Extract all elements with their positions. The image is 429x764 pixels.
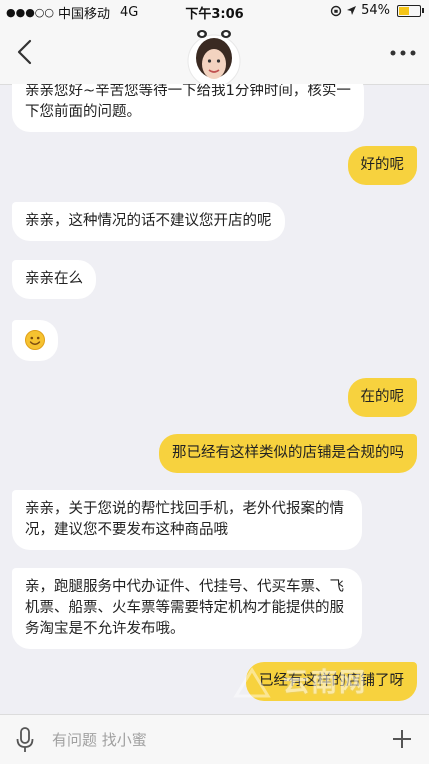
plus-icon[interactable] (391, 728, 413, 750)
message-incoming: 亲亲在么 (12, 260, 96, 299)
message-list: 亲亲您好~辛苦您等待一下给我1分钟时间，核实一下您前面的问题。 好的呢 亲亲，这… (0, 84, 429, 714)
message-incoming-emoji (12, 320, 58, 361)
assistant-avatar[interactable] (186, 28, 242, 90)
status-right: 54% (330, 3, 424, 18)
message-incoming: 亲亲，关于您说的帮忙找回手机，老外代报案的情况，建议您不要发布这种商品哦 (12, 490, 362, 550)
message-outgoing: 那已经有这样类似的店铺是合规的吗 (159, 434, 417, 473)
microphone-icon[interactable] (14, 726, 36, 754)
orientation-lock-icon (330, 5, 342, 16)
location-arrow-icon (347, 6, 357, 15)
watermark-emblem-icon (233, 666, 271, 697)
smile-emoji-icon (25, 330, 45, 350)
message-incoming: 亲亲您好~辛苦您等待一下给我1分钟时间，核实一下您前面的问题。 (12, 84, 364, 132)
battery-percent: 54% (361, 3, 390, 18)
battery-icon (397, 4, 424, 17)
message-incoming: 亲亲，这种情况的话不建议您开店的呢 (12, 202, 285, 241)
chat-header (0, 22, 429, 88)
message-outgoing: 在的呢 (347, 378, 417, 417)
back-arrow-icon[interactable] (14, 38, 38, 66)
message-incoming: 亲，跑腿服务中代办证件、代挂号、代买车票、飞机票、船票、火车票等需要特定机构才能… (12, 568, 362, 649)
message-input[interactable] (50, 723, 374, 757)
watermark-logo: 云南网 (232, 662, 422, 702)
status-bar: ●●●○○ 中国移动 4G 下午3:06 54% (0, 0, 429, 22)
more-options-icon[interactable] (389, 48, 417, 58)
battery-level-fill (399, 6, 409, 15)
message-outgoing: 好的呢 (347, 146, 417, 185)
watermark-text: 云南网 (283, 668, 368, 698)
input-bar (0, 714, 429, 764)
